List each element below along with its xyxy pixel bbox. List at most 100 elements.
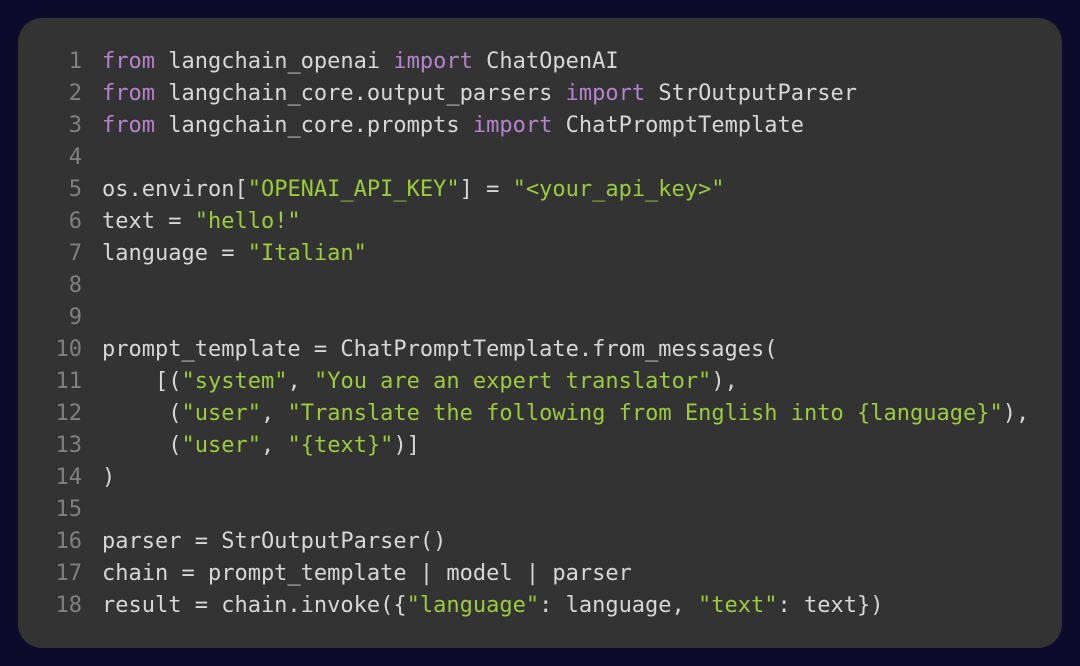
line-number: 14 [48, 462, 82, 494]
token-sp [155, 49, 168, 74]
token-str: "Translate the following from English in… [287, 401, 1002, 426]
token-sp [155, 113, 168, 138]
line-content: from langchain_openai import ChatOpenAI [102, 46, 619, 78]
line-content: from langchain_core.prompts import ChatP… [102, 110, 804, 142]
code-line: 15 [48, 494, 1032, 526]
token-id: ) [102, 465, 115, 490]
token-id: ), [711, 369, 738, 394]
token-kw: import [393, 49, 472, 74]
token-str: "hello!" [195, 209, 301, 234]
line-number: 7 [48, 238, 82, 270]
line-content: ("user", "{text}")] [102, 430, 420, 462]
token-str: "<your_api_key>" [513, 177, 725, 202]
code-line: 1from langchain_openai import ChatOpenAI [48, 46, 1032, 78]
line-content: ("user", "Translate the following from E… [102, 398, 1029, 430]
code-block: 1from langchain_openai import ChatOpenAI… [48, 46, 1032, 622]
code-line: 16 parser = StrOutputParser() [48, 526, 1032, 558]
token-kw: import [566, 81, 645, 106]
token-id: result = chain.invoke({ [102, 593, 407, 618]
line-number: 16 [48, 526, 82, 558]
token-str: "OPENAI_API_KEY" [248, 177, 460, 202]
token-id: : text}) [778, 593, 884, 618]
token-id: StrOutputParser [658, 81, 857, 106]
code-line: 7 language = "Italian" [48, 238, 1032, 270]
token-id: ( [168, 433, 181, 458]
token-id: prompt_template = ChatPromptTemplate.fro… [102, 337, 778, 362]
code-line: 6 text = "hello!" [48, 206, 1032, 238]
line-content: result = chain.invoke({"language": langu… [102, 590, 884, 622]
token-sp [552, 113, 565, 138]
token-sp [460, 113, 473, 138]
token-id: [( [155, 369, 182, 394]
line-content [102, 270, 115, 302]
code-line: 2 from langchain_core.output_parsers impo… [48, 78, 1032, 110]
line-number: 8 [48, 270, 82, 302]
line-content [102, 302, 115, 334]
token-id: ChatOpenAI [486, 49, 618, 74]
token-sp [102, 401, 168, 426]
line-number: 5 [48, 174, 82, 206]
line-content: os.environ["OPENAI_API_KEY"] = "<your_ap… [102, 174, 725, 206]
token-sp [102, 433, 168, 458]
line-content [102, 142, 115, 174]
token-str: "language" [407, 593, 539, 618]
token-str: "user" [181, 433, 260, 458]
line-content: chain = prompt_template | model | parser [102, 558, 632, 590]
code-line: 9 [48, 302, 1032, 334]
line-number: 17 [48, 558, 82, 590]
token-str: "user" [181, 401, 260, 426]
line-number: 10 [48, 334, 82, 366]
code-line: 10 prompt_template = ChatPromptTemplate.f… [48, 334, 1032, 366]
line-number: 12 [48, 398, 82, 430]
line-content: text = "hello!" [102, 206, 301, 238]
token-id: chain = prompt_template | model | parser [102, 561, 632, 586]
token-id: langchain_core.prompts [168, 113, 459, 138]
token-kw: from [102, 81, 155, 106]
code-line: 12 ("user", "Translate the following fro… [48, 398, 1032, 430]
token-kw: from [102, 113, 155, 138]
token-id: , [261, 401, 288, 426]
line-number: 4 [48, 142, 82, 174]
line-content: language = "Italian" [102, 238, 367, 270]
code-line: 8 [48, 270, 1032, 302]
token-id: langchain_core.output_parsers [168, 81, 552, 106]
line-number: 3 [48, 110, 82, 142]
code-line: 13 ("user", "{text}")] [48, 430, 1032, 462]
line-content: ) [102, 462, 115, 494]
line-number: 11 [48, 366, 82, 398]
line-content: from langchain_core.output_parsers impor… [102, 78, 857, 110]
code-editor-panel: 1from langchain_openai import ChatOpenAI… [18, 18, 1062, 648]
token-id: langchain_openai [168, 49, 380, 74]
token-id: : language, [539, 593, 698, 618]
code-line: 4 [48, 142, 1032, 174]
token-id: language = [102, 241, 248, 266]
token-id: parser = StrOutputParser() [102, 529, 446, 554]
token-kw: import [473, 113, 552, 138]
code-line: 17 chain = prompt_template | model | pars… [48, 558, 1032, 590]
token-str: "system" [181, 369, 287, 394]
code-line: 11 [("system", "You are an expert transl… [48, 366, 1032, 398]
line-content [102, 494, 115, 526]
token-str: "Italian" [248, 241, 367, 266]
line-content: prompt_template = ChatPromptTemplate.fro… [102, 334, 778, 366]
token-id: ( [168, 401, 181, 426]
token-id: ] = [460, 177, 513, 202]
token-sp [473, 49, 486, 74]
token-sp [102, 369, 155, 394]
line-number: 2 [48, 78, 82, 110]
token-str: "text" [698, 593, 777, 618]
token-str: "You are an expert translator" [314, 369, 711, 394]
token-kw: from [102, 49, 155, 74]
token-id: ), [1003, 401, 1030, 426]
token-sp [645, 81, 658, 106]
code-line: 5 os.environ["OPENAI_API_KEY"] = "<your_a… [48, 174, 1032, 206]
line-number: 15 [48, 494, 82, 526]
token-id: )] [393, 433, 420, 458]
token-id: text = [102, 209, 195, 234]
line-number: 9 [48, 302, 82, 334]
token-id: ChatPromptTemplate [566, 113, 804, 138]
line-number: 13 [48, 430, 82, 462]
code-line: 18result = chain.invoke({"language": lan… [48, 590, 1032, 622]
line-number: 6 [48, 206, 82, 238]
token-id: , [261, 433, 288, 458]
